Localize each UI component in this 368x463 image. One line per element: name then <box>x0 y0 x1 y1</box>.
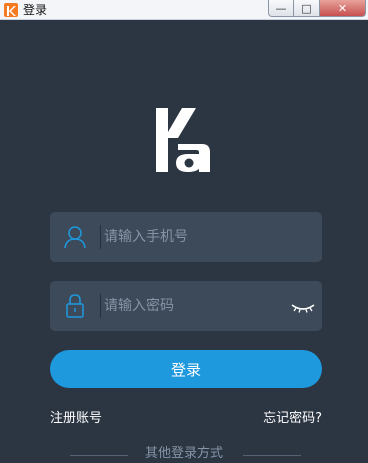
app-logo-icon <box>4 3 18 17</box>
field-divider <box>100 225 101 249</box>
register-link[interactable]: 注册账号 <box>50 410 102 428</box>
divider-line <box>243 455 301 456</box>
minimize-button[interactable]: — <box>268 0 294 17</box>
other-login-label: 其他登录方式 <box>144 446 223 461</box>
login-button[interactable]: 登录 <box>50 350 322 388</box>
lock-icon <box>62 293 88 319</box>
window-title: 登录 <box>23 3 48 17</box>
eye-closed-icon[interactable] <box>290 299 316 313</box>
phone-field[interactable] <box>50 212 322 262</box>
divider-line <box>70 455 128 456</box>
user-icon <box>62 224 88 250</box>
field-divider <box>100 294 101 318</box>
forgot-password-link[interactable]: 忘记密码? <box>263 410 322 428</box>
password-field[interactable] <box>50 281 322 331</box>
maximize-button[interactable]: □ <box>294 0 320 17</box>
password-input[interactable] <box>104 281 294 331</box>
title-bar: 登录 — □ ✕ <box>0 0 368 20</box>
close-button[interactable]: ✕ <box>320 0 366 17</box>
ka-logo <box>154 108 212 172</box>
phone-input[interactable] <box>104 212 294 262</box>
